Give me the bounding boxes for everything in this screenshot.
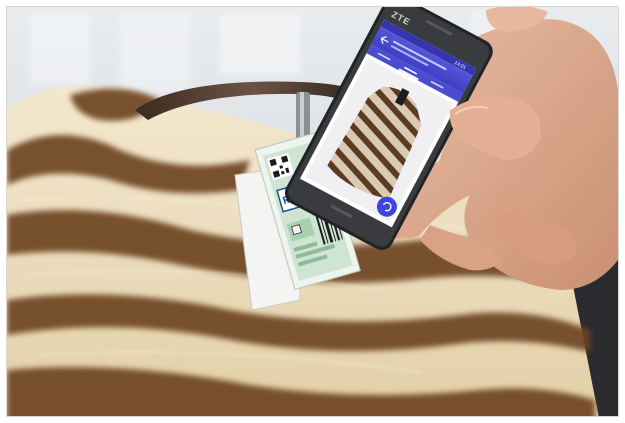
photo-scene: RU — [6, 6, 619, 417]
